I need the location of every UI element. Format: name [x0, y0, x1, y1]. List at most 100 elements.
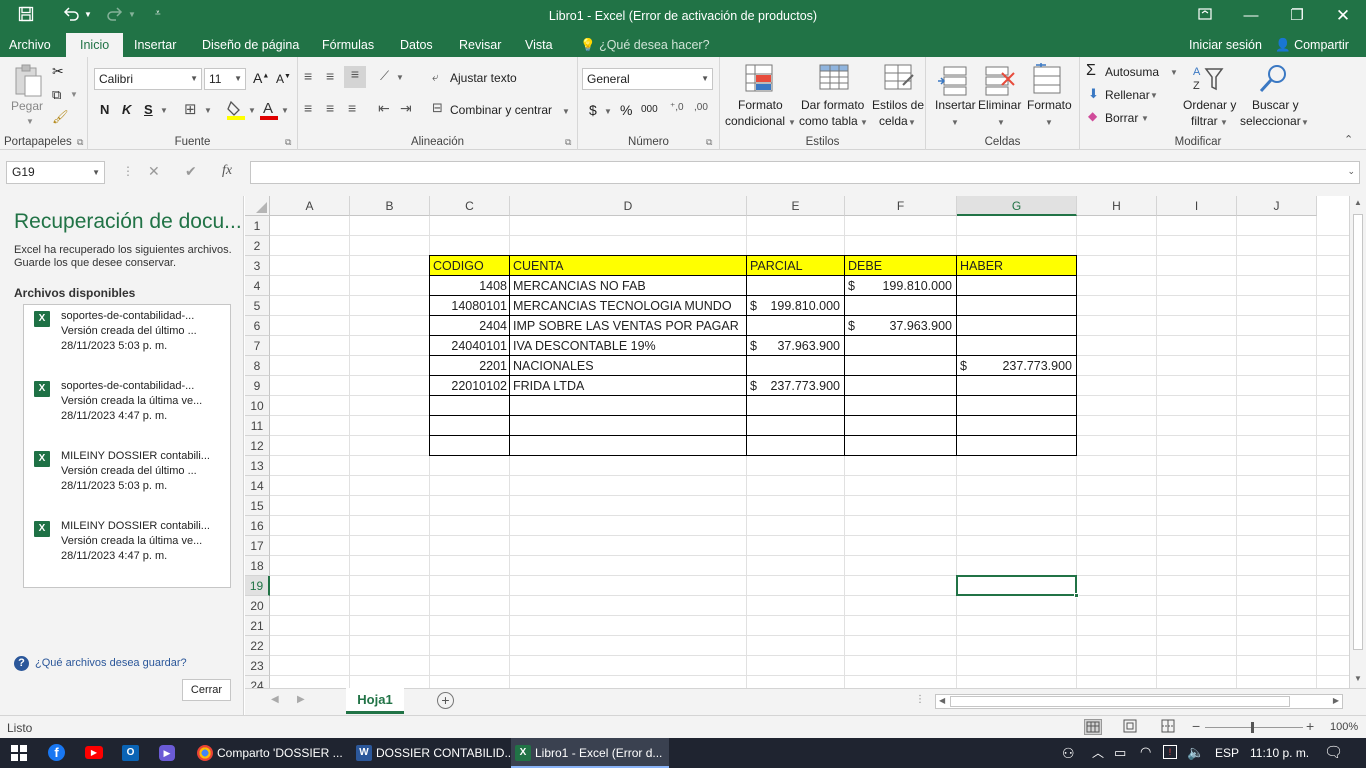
- next-sheet-icon[interactable]: ▶: [297, 694, 305, 705]
- cut-icon[interactable]: ✂: [52, 63, 64, 80]
- normal-view-icon[interactable]: [1084, 719, 1102, 735]
- recovered-file-item[interactable]: X soportes-de-contabilidad-... Versión c…: [24, 305, 230, 375]
- row-header[interactable]: 10: [245, 396, 270, 416]
- column-header-c[interactable]: C: [430, 196, 510, 216]
- alignment-launcher-icon[interactable]: ⧉: [565, 137, 571, 148]
- windows-start-icon[interactable]: [11, 745, 27, 764]
- chevron-down-icon[interactable]: ▼: [1170, 68, 1178, 77]
- increase-indent-icon[interactable]: ⇥: [400, 100, 412, 117]
- row-header[interactable]: 13: [245, 456, 270, 476]
- zoom-level[interactable]: 100%: [1330, 721, 1358, 733]
- row-header[interactable]: 18: [245, 556, 270, 576]
- antivirus-icon[interactable]: !: [1163, 745, 1177, 759]
- row-header[interactable]: 15: [245, 496, 270, 516]
- currency-dropdown-icon[interactable]: ▼: [604, 107, 612, 116]
- scroll-thumb[interactable]: [1353, 214, 1363, 650]
- close-icon[interactable]: ✕: [1320, 4, 1366, 28]
- prev-sheet-icon[interactable]: ◀: [271, 694, 279, 705]
- code-cell[interactable]: 24040101: [430, 336, 510, 356]
- clipboard-launcher-icon[interactable]: ⧉: [77, 137, 83, 148]
- debit-cell[interactable]: 37.963.900: [845, 316, 955, 336]
- row-header[interactable]: 21: [245, 616, 270, 636]
- row-header[interactable]: 7: [245, 336, 270, 356]
- row-header[interactable]: 6: [245, 316, 270, 336]
- signin-link[interactable]: Iniciar sesión: [1189, 33, 1262, 57]
- debit-cell[interactable]: 199.810.000: [845, 276, 955, 296]
- currency-button[interactable]: $: [589, 102, 597, 118]
- paste-dropdown-icon[interactable]: ▼: [26, 117, 34, 126]
- account-cell[interactable]: FRIDA LTDA: [510, 376, 747, 396]
- chevron-down-icon[interactable]: ▼: [860, 118, 868, 127]
- column-header-d[interactable]: D: [510, 196, 747, 216]
- number-launcher-icon[interactable]: ⧉: [706, 137, 712, 148]
- row-header[interactable]: 5: [245, 296, 270, 316]
- copy-dropdown-icon[interactable]: ▼: [70, 90, 78, 99]
- decrease-indent-icon[interactable]: ⇤: [378, 100, 390, 117]
- close-recovery-button[interactable]: Cerrar: [182, 679, 231, 701]
- account-cell[interactable]: NACIONALES: [510, 356, 747, 376]
- taskbar-app-chrome[interactable]: Comparto 'DOSSIER ...: [193, 738, 345, 768]
- column-header-f[interactable]: F: [845, 196, 957, 216]
- row-header[interactable]: 16: [245, 516, 270, 536]
- tab-insertar[interactable]: Insertar: [126, 33, 184, 57]
- align-center-icon[interactable]: ≡: [326, 100, 334, 116]
- row-header[interactable]: 8: [245, 356, 270, 376]
- partial-cell[interactable]: 37.963.900: [747, 336, 843, 356]
- row-header[interactable]: 1: [245, 216, 270, 236]
- share-button[interactable]: 👤 Compartir: [1275, 33, 1349, 57]
- font-name-select[interactable]: Calibri ▼: [94, 68, 202, 90]
- partial-cell[interactable]: 237.773.900: [747, 376, 843, 396]
- column-header-j[interactable]: J: [1237, 196, 1317, 216]
- merge-center-button[interactable]: Combinar y centrar: [450, 103, 552, 117]
- volume-icon[interactable]: 🔈: [1187, 744, 1204, 761]
- underline-dropdown-icon[interactable]: ▼: [160, 106, 168, 115]
- code-cell[interactable]: 2201: [430, 356, 510, 376]
- scroll-down-icon[interactable]: ▼: [1354, 674, 1362, 683]
- select-all-corner[interactable]: [245, 196, 270, 216]
- tab-formulas[interactable]: Fórmulas: [314, 33, 382, 57]
- collapse-ribbon-icon[interactable]: ⌃: [1344, 133, 1353, 146]
- tab-revisar[interactable]: Revisar: [451, 33, 509, 57]
- format-cells-button[interactable]: Formato: [1027, 98, 1072, 112]
- align-left-icon[interactable]: ≡: [304, 100, 312, 116]
- font-color-icon[interactable]: A: [260, 99, 278, 121]
- align-right-icon[interactable]: ≡: [348, 100, 356, 116]
- minimize-icon[interactable]: —: [1228, 4, 1274, 28]
- credit-cell[interactable]: 237.773.900: [957, 356, 1075, 376]
- chevron-down-icon[interactable]: ▼: [92, 162, 100, 183]
- formula-input[interactable]: ⌄: [250, 161, 1360, 184]
- align-bottom-icon[interactable]: ≡: [344, 66, 366, 88]
- chevron-down-icon[interactable]: ▼: [788, 118, 796, 127]
- clock[interactable]: 11:10 p. m.: [1250, 746, 1309, 760]
- align-middle-icon[interactable]: ≡: [326, 68, 334, 84]
- fill-color-icon[interactable]: [227, 100, 245, 120]
- column-header-e[interactable]: E: [747, 196, 845, 216]
- row-header[interactable]: 14: [245, 476, 270, 496]
- italic-button[interactable]: K: [122, 102, 131, 117]
- table-header-cell[interactable]: HABER: [957, 256, 1077, 276]
- zoom-thumb[interactable]: [1251, 722, 1254, 733]
- account-cell[interactable]: MERCANCIAS TECNOLOGIA MUNDO: [510, 296, 747, 316]
- orientation-dropdown-icon[interactable]: ▼: [396, 73, 404, 82]
- row-header[interactable]: 9: [245, 376, 270, 396]
- row-header[interactable]: 11: [245, 416, 270, 436]
- insert-function-icon[interactable]: fx: [222, 163, 232, 179]
- facebook-icon[interactable]: f: [48, 744, 65, 761]
- number-format-select[interactable]: General ▼: [582, 68, 713, 90]
- paste-button[interactable]: Pegar: [11, 99, 43, 113]
- recovered-file-item[interactable]: X MILEINY DOSSIER contabili... Versión c…: [24, 445, 230, 515]
- chevron-down-icon[interactable]: ▼: [1220, 118, 1228, 127]
- bold-button[interactable]: N: [100, 102, 109, 117]
- taskbar-app-excel[interactable]: X Libro1 - Excel (Error d...: [511, 738, 669, 768]
- people-icon[interactable]: ⚇: [1062, 745, 1075, 762]
- row-header[interactable]: 24: [245, 676, 270, 688]
- ribbon-display-icon[interactable]: [1182, 4, 1228, 28]
- table-header-cell[interactable]: PARCIAL: [747, 256, 845, 276]
- name-box[interactable]: G19 ▼: [6, 161, 105, 184]
- chevron-down-icon[interactable]: ▼: [1301, 118, 1309, 127]
- tab-archivo[interactable]: Archivo: [1, 33, 59, 57]
- column-header-g[interactable]: G: [957, 196, 1077, 216]
- notifications-icon[interactable]: 🗨: [1324, 743, 1343, 761]
- borders-icon[interactable]: ⊞: [184, 100, 197, 118]
- row-header[interactable]: 22: [245, 636, 270, 656]
